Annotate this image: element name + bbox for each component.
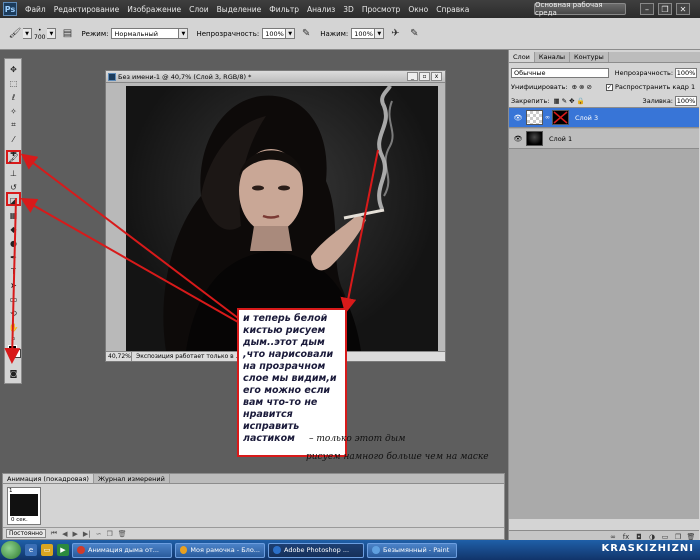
mask-cross-icon [553, 111, 568, 124]
eye-icon[interactable]: 👁 [513, 114, 523, 122]
layer-opacity-input[interactable]: 100% [675, 68, 697, 78]
quicklaunch-media-icon[interactable]: ▶ [57, 544, 69, 556]
taskbar-item-label: Adobe Photoshop ... [284, 546, 350, 554]
paint-icon [372, 546, 380, 554]
quicklaunch-folder-icon[interactable]: ▭ [41, 544, 53, 556]
layer-row[interactable]: 👁 ∞ Слой 3 [509, 108, 699, 128]
chain-link-icon[interactable]: ∞ [545, 114, 550, 121]
tab-paths[interactable]: Контуры [570, 52, 609, 62]
layer-row[interactable]: 👁 Слой 1 [509, 129, 699, 149]
taskbar-item-label: Анимация дыма от... [88, 546, 159, 554]
lock-fill-row: Закрепить: ▦✎✥🔒 Заливка: 100% [511, 95, 697, 107]
arrow-to-eraser-tool [20, 198, 239, 323]
tab-animation[interactable]: Анимация (покадровая) [3, 474, 94, 483]
taskbar-item-photoshop[interactable]: Adobe Photoshop ... [268, 542, 364, 558]
handwritten-note-line2: рисуем намного больше чем на маске [306, 452, 489, 462]
unify-label: Унифицировать: [511, 83, 568, 91]
tutorial-callout-text: и теперь белой кистью рисуем дым..этот д… [243, 313, 337, 444]
unify-row: Унифицировать: ⊕⊗⊘ ✓ Распространить кадр… [511, 81, 697, 93]
animation-panel-tabs: Анимация (покадровая) Журнал измерений [3, 474, 504, 484]
browser-icon [180, 546, 188, 554]
layers-panel: Слои Каналы Контуры Обычные Непрозрачнос… [508, 50, 700, 542]
fill-label: Заливка: [642, 97, 673, 105]
animation-controls: Постоянно ⏮ ◀ ▶ ▶| ∽ ❐ 🗑 [3, 527, 504, 539]
frame-thumbnail [10, 494, 38, 516]
animation-frame[interactable]: 1 0 сек. [7, 487, 41, 525]
lock-label: Закрепить: [511, 97, 550, 105]
delete-frame-icon[interactable]: 🗑 [118, 530, 127, 538]
first-frame-icon[interactable]: ⏮ [51, 529, 57, 538]
blend-opacity-row: Обычные Непрозрачность: 100% [511, 67, 697, 79]
duplicate-frame-icon[interactable]: ❐ [107, 530, 113, 538]
prev-frame-icon[interactable]: ◀ [62, 530, 67, 538]
blend-mode-select[interactable]: Обычные [511, 68, 609, 78]
layer-name: Слой 1 [549, 134, 573, 143]
fill-input[interactable]: 100% [675, 96, 697, 106]
layer-thumbnail [526, 131, 543, 146]
site-watermark: KRASKIZHIZNI [601, 543, 694, 554]
layer-thumbnail [526, 110, 543, 125]
tab-layers[interactable]: Слои [509, 52, 535, 62]
play-icon[interactable]: ▶ [72, 530, 77, 538]
layer-mask-thumbnail[interactable] [552, 110, 569, 125]
photoshop-icon [273, 546, 281, 554]
layers-list: 👁 ∞ Слой 3 👁 Слой 1 [509, 107, 699, 519]
eye-icon[interactable]: 👁 [513, 135, 523, 143]
tab-channels[interactable]: Каналы [535, 52, 571, 62]
frame-delay[interactable]: 0 сек. [11, 517, 28, 523]
quicklaunch-ie-icon[interactable]: e [25, 544, 37, 556]
taskbar-item-browser-1[interactable]: Анимация дыма от... [72, 542, 172, 558]
tab-measurement-log[interactable]: Журнал измерений [94, 474, 170, 483]
taskbar-item-paint[interactable]: Безымянный - Paint [367, 542, 457, 558]
arrow-to-smoke [340, 149, 379, 314]
browser-icon [77, 546, 85, 554]
taskbar-item-browser-2[interactable]: Моя рамочка - Бло... [175, 542, 265, 558]
arrow-to-brush-tool [20, 153, 239, 319]
taskbar-item-label: Моя рамочка - Бло... [190, 546, 260, 554]
animation-panel: Анимация (покадровая) Журнал измерений 1… [2, 473, 505, 540]
loop-select[interactable]: Постоянно [6, 529, 46, 538]
layers-panel-tabs: Слои Каналы Контуры [509, 52, 700, 63]
next-frame-icon[interactable]: ▶| [83, 530, 91, 538]
lock-icons[interactable]: ▦✎✥🔒 [553, 97, 586, 105]
propagate-label: Распространить кадр 1 [614, 83, 696, 91]
layer-name: Слой 3 [575, 113, 599, 122]
taskbar-item-label: Безымянный - Paint [383, 546, 450, 554]
windows-taskbar: e ▭ ▶ Анимация дыма от... Моя рамочка - … [0, 540, 700, 560]
tween-icon[interactable]: ∽ [96, 530, 102, 538]
propagate-checkbox[interactable]: ✓ [605, 83, 613, 91]
arrow-to-foreground-color [4, 197, 21, 364]
layer-opacity-label: Непрозрачность: [614, 69, 674, 77]
handwritten-note-line1: – только этот дым [309, 434, 406, 444]
unify-icons[interactable]: ⊕⊗⊘ [572, 83, 594, 91]
start-button[interactable] [1, 541, 21, 559]
